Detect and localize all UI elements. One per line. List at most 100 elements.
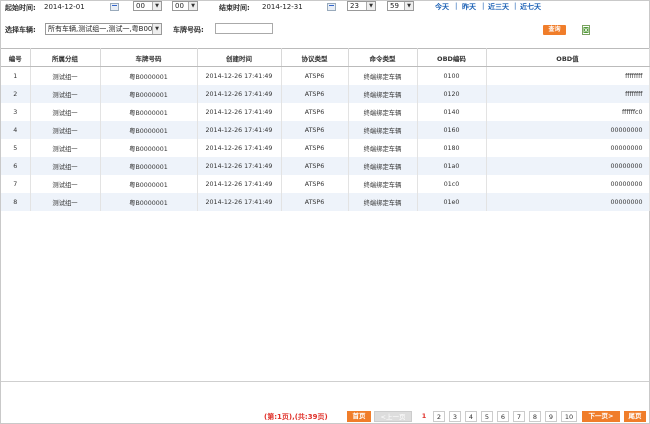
chevron-down-icon: ▼ [404, 2, 413, 10]
header-created[interactable]: 创建时间 [197, 48, 282, 67]
cell-protocol: ATSP6 [281, 103, 349, 121]
start-hour-select[interactable]: 00 ▼ [133, 1, 162, 11]
end-date-field[interactable]: 2014-12-31 [262, 3, 303, 11]
header-plate[interactable]: 车牌号码 [100, 48, 198, 67]
quick-separator: | [514, 2, 517, 10]
obd-data-table: 编号 所属分组 车牌号码 创建时间 协议类型 命令类型 OBD编码 OBD值 1… [1, 48, 650, 211]
header-protocol[interactable]: 协议类型 [281, 48, 349, 67]
cell-obd-code: 01a0 [417, 157, 487, 175]
table-row[interactable]: 6 测试组一 粤B0000001 2014-12-26 17:41:49 ATSP6 终端… [1, 157, 650, 175]
start-time-label: 起始时间: [5, 4, 36, 12]
page-info: (第:1页),(共:39页) [264, 413, 328, 421]
cell-plate: 粤B0000001 [100, 157, 198, 175]
table-row[interactable]: 5 测试组一 粤B0000001 2014-12-26 17:41:49 ATSP6 终端… [1, 139, 650, 157]
table-row[interactable]: 1 测试组一 粤B0000001 2014-12-26 17:41:49 ATSP6 终端… [1, 66, 650, 85]
header-obd-code[interactable]: OBD编码 [417, 48, 487, 67]
start-minute-select[interactable]: 00 ▼ [172, 1, 198, 11]
cell-plate: 粤B0000001 [100, 193, 198, 211]
cell-group: 测试组一 [30, 139, 101, 157]
next-page-button[interactable]: 下一页> [582, 411, 620, 422]
chevron-down-icon: ▼ [152, 24, 161, 34]
cell-obd-code: 01c0 [417, 175, 487, 193]
cell-obd-value: 00000000 [486, 157, 650, 175]
excel-export-icon[interactable] [582, 25, 591, 35]
cell-created: 2014-12-26 17:41:49 [197, 103, 282, 121]
cell-obd-value: ffffffff [486, 66, 650, 85]
cell-obd-code: 0180 [417, 139, 487, 157]
page-9-button[interactable]: 9 [545, 411, 557, 422]
page-6-button[interactable]: 6 [497, 411, 509, 422]
page-3-button[interactable]: 3 [449, 411, 461, 422]
header-group[interactable]: 所属分组 [30, 48, 101, 67]
cell-command: 终端绑定车辆 [348, 157, 418, 175]
header-command[interactable]: 命令类型 [348, 48, 418, 67]
end-hour-select[interactable]: 23 ▼ [347, 1, 376, 11]
cell-group: 测试组一 [30, 175, 101, 193]
page-8-button[interactable]: 8 [529, 411, 541, 422]
table-row[interactable]: 4 测试组一 粤B0000001 2014-12-26 17:41:49 ATSP6 终端… [1, 121, 650, 139]
vehicle-select[interactable]: 所有车辆,测试组一,测试一,粤B00 ▼ [45, 23, 162, 35]
header-id[interactable]: 编号 [1, 48, 31, 67]
cell-id: 8 [1, 193, 31, 211]
cell-obd-value: 00000000 [486, 121, 650, 139]
quick-today-link[interactable]: 今天 [435, 2, 449, 12]
first-page-button[interactable]: 首页 [347, 411, 371, 422]
prev-page-button[interactable]: <上一页 [374, 411, 412, 422]
table-row[interactable]: 2 测试组一 粤B0000001 2014-12-26 17:41:49 ATSP6 终端… [1, 85, 650, 103]
cell-command: 终端绑定车辆 [348, 139, 418, 157]
cell-obd-value: 00000000 [486, 175, 650, 193]
quick-3days-link[interactable]: 近三天 [488, 2, 509, 12]
chevron-down-icon: ▼ [366, 2, 375, 10]
end-calendar-icon[interactable] [327, 3, 336, 11]
cell-protocol: ATSP6 [281, 66, 349, 85]
cell-protocol: ATSP6 [281, 121, 349, 139]
plate-input[interactable] [215, 23, 273, 34]
cell-group: 测试组一 [30, 157, 101, 175]
cell-id: 1 [1, 66, 31, 85]
cell-id: 7 [1, 175, 31, 193]
cell-obd-code: 0160 [417, 121, 487, 139]
cell-created: 2014-12-26 17:41:49 [197, 157, 282, 175]
cell-obd-code: 0100 [417, 66, 487, 85]
cell-plate: 粤B0000001 [100, 85, 198, 103]
page-1-button[interactable]: 1 [418, 411, 430, 422]
cell-plate: 粤B0000001 [100, 175, 198, 193]
cell-protocol: ATSP6 [281, 175, 349, 193]
cell-plate: 粤B0000001 [100, 103, 198, 121]
cell-command: 终端绑定车辆 [348, 193, 418, 211]
quick-separator: | [482, 2, 485, 10]
chevron-down-icon: ▼ [188, 2, 197, 10]
cell-obd-code: 0140 [417, 103, 487, 121]
page-4-button[interactable]: 4 [465, 411, 477, 422]
header-obd-value[interactable]: OBD值 [486, 48, 650, 67]
quick-yesterday-link[interactable]: 昨天 [462, 2, 476, 12]
table-row[interactable]: 3 测试组一 粤B0000001 2014-12-26 17:41:49 ATSP6 终端… [1, 103, 650, 121]
quick-7days-link[interactable]: 近七天 [520, 2, 541, 12]
cell-protocol: ATSP6 [281, 139, 349, 157]
cell-plate: 粤B0000001 [100, 66, 198, 85]
cell-created: 2014-12-26 17:41:49 [197, 121, 282, 139]
table-header-row: 编号 所属分组 车牌号码 创建时间 协议类型 命令类型 OBD编码 OBD值 [1, 48, 650, 67]
page-2-button[interactable]: 2 [433, 411, 445, 422]
query-button[interactable]: 查询 [543, 25, 566, 35]
cell-plate: 粤B0000001 [100, 139, 198, 157]
cell-group: 测试组一 [30, 103, 101, 121]
start-calendar-icon[interactable] [110, 3, 119, 11]
end-minute-select[interactable]: 59 ▼ [387, 1, 414, 11]
page-10-button[interactable]: 10 [561, 411, 577, 422]
last-page-button[interactable]: 尾页 [624, 411, 646, 422]
table-row[interactable]: 8 测试组一 粤B0000001 2014-12-26 17:41:49 ATSP6 终端… [1, 193, 650, 211]
page-5-button[interactable]: 5 [481, 411, 493, 422]
start-date-field[interactable]: 2014-12-01 [44, 3, 85, 11]
cell-group: 测试组一 [30, 85, 101, 103]
cell-id: 5 [1, 139, 31, 157]
table-row[interactable]: 7 测试组一 粤B0000001 2014-12-26 17:41:49 ATSP6 终端… [1, 175, 650, 193]
end-time-label: 结束时间: [219, 4, 250, 12]
cell-command: 终端绑定车辆 [348, 103, 418, 121]
cell-created: 2014-12-26 17:41:49 [197, 175, 282, 193]
cell-id: 4 [1, 121, 31, 139]
page-7-button[interactable]: 7 [513, 411, 525, 422]
cell-protocol: ATSP6 [281, 193, 349, 211]
cell-id: 3 [1, 103, 31, 121]
cell-id: 6 [1, 157, 31, 175]
